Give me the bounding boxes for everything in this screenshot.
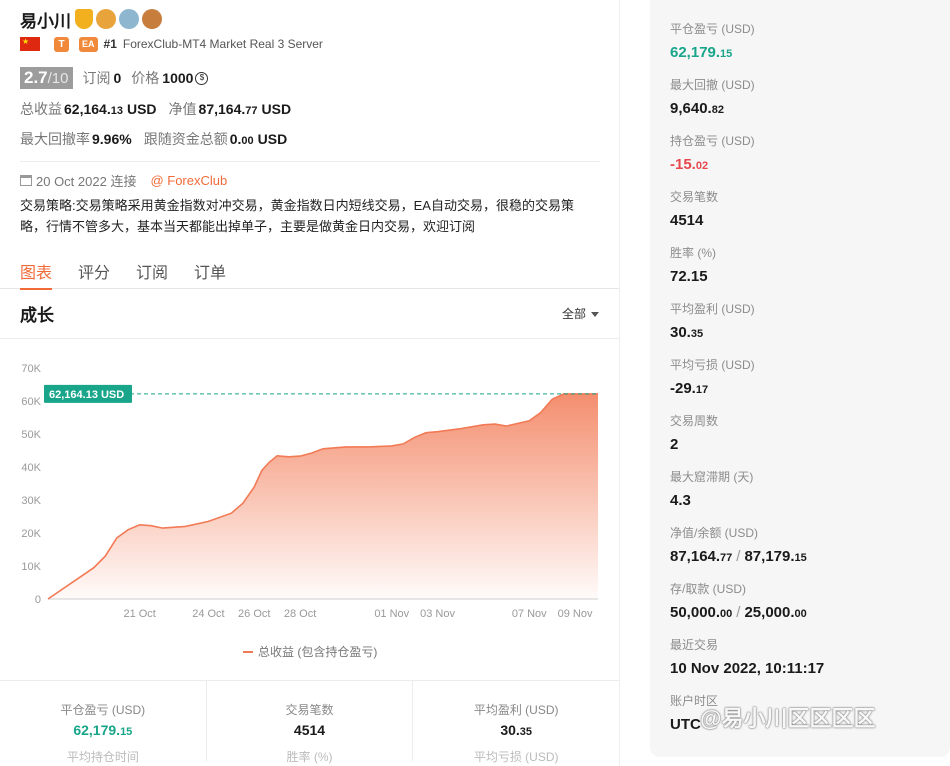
tab-chart[interactable]: 图表 <box>20 259 53 290</box>
follow-funds-label: 跟随资金总额 <box>143 131 228 147</box>
max-drawdown-value: 9.96% <box>92 131 132 147</box>
follow-funds-value: 0.00 <box>229 131 254 147</box>
bottom-stat-trades: 交易笔数 4514 胜率 (%) <box>207 681 414 764</box>
calendar-icon <box>20 174 32 186</box>
gold-medal-icon <box>96 9 116 29</box>
rating-max: /10 <box>47 70 69 87</box>
stat-equity-balance: 净值/余额 (USD) 87,164.77/87,179.15 <box>670 526 807 565</box>
score-row: 2.7/10 订阅 0 价格 1000 $ <box>20 67 599 89</box>
server-name: ForexClub-MT4 Market Real 3 Server <box>122 37 323 51</box>
x-tick-label: 07 Nov <box>512 608 547 620</box>
stat-max-stagnation: 最大窟滞期 (天) 4.3 <box>670 470 754 509</box>
bottom-stat-closed-pnl: 平仓盈亏 (USD) 62,179.15 平均持仓时间 <box>0 681 207 764</box>
total-profit-label: 总收益 <box>20 101 62 117</box>
growth-chart: 0 10K 20K 30K 40K 50K 60K 70K 21 Oct 24 Oct 26 Oc… <box>0 339 620 681</box>
broker-link[interactable]: @ ForexClub <box>150 173 227 188</box>
drawdown-row: 最大回撤率 9.96% 跟随资金总额 0.00 USD <box>20 129 599 149</box>
ea-badge: EA <box>79 36 98 52</box>
current-value-label: 62,164.13 USD <box>49 389 124 401</box>
equity-value: 87,164.77 <box>198 101 258 117</box>
stat-trade-count: 交易笔数 4514 <box>670 190 719 229</box>
stat-open-pnl: 持仓盈亏 (USD) -15.02 <box>670 134 755 173</box>
subs-label: 订阅 <box>82 70 111 86</box>
rating-value: 2.7 <box>24 68 48 87</box>
follow-funds-unit: USD <box>257 131 288 147</box>
stat-last-trade: 最近交易 10 Nov 2022, 10:11:17 <box>670 638 825 677</box>
equity-unit: USD <box>261 101 292 117</box>
legend-label[interactable]: 总收益 (包含持仓盈亏) <box>258 644 377 659</box>
bottom-stats: 平仓盈亏 (USD) 62,179.15 平均持仓时间 交易笔数 4514 胜率… <box>0 681 619 764</box>
china-flag-icon <box>20 37 40 51</box>
stat-win-rate: 胜率 (%) 72.15 <box>670 246 716 285</box>
trophy-icon <box>75 9 93 29</box>
chart-header: 成长 全部 <box>0 289 619 339</box>
price-value: 1000 <box>162 70 194 86</box>
stat-avg-profit: 平均盈利 (USD) 30.35 <box>670 302 755 341</box>
connected-date: 20 Oct 2022 连接 <box>36 173 137 189</box>
trader-name[interactable]: 易小川 <box>20 7 71 32</box>
t-badge: T <box>54 36 69 52</box>
tab-subscribe[interactable]: 订阅 <box>136 259 168 289</box>
tab-rating[interactable]: 评分 <box>78 259 110 289</box>
range-dropdown[interactable]: 全部 <box>562 305 599 322</box>
bronze-medal-icon <box>142 9 162 29</box>
stat-avg-loss: 平均亏损 (USD) -29.17 <box>670 358 755 397</box>
stat-max-drawdown: 最大回撤 (USD) 9,640.82 <box>670 78 755 117</box>
x-tick-label: 01 Nov <box>374 608 409 620</box>
y-tick-label: 50K <box>21 429 41 441</box>
divider <box>20 161 600 162</box>
chart-section-title: 成长 <box>20 306 54 325</box>
tab-orders[interactable]: 订单 <box>194 259 226 289</box>
coin-icon: $ <box>195 71 209 85</box>
y-tick-label: 0 <box>35 594 41 606</box>
x-tick-label: 09 Nov <box>558 608 593 620</box>
y-tick-label: 20K <box>21 528 41 540</box>
y-tick-label: 70K <box>21 363 41 375</box>
tag-row: T EA #1 ForexClub-MT4 Market Real 3 Serv… <box>20 35 599 53</box>
x-tick-label: 21 Oct <box>123 608 155 620</box>
y-tick-label: 10K <box>21 561 41 573</box>
rank-label: #1 <box>103 37 117 51</box>
subs-value: 0 <box>113 70 122 86</box>
y-tick-label: 60K <box>21 396 41 408</box>
x-tick-label: 24 Oct <box>192 608 224 620</box>
watermark: @易小川区区区区 <box>700 706 876 731</box>
x-tick-label: 03 Nov <box>420 608 455 620</box>
stat-closed-pnl: 平仓盈亏 (USD) 62,179.15 <box>670 22 755 61</box>
x-tick-label: 26 Oct <box>238 608 270 620</box>
equity-label: 净值 <box>168 101 197 117</box>
connection-row: 20 Oct 2022 连接 @ ForexClub <box>20 171 599 189</box>
profile-card: 易小川 T EA #1 ForexClub-MT4 Market Real 3 … <box>0 0 619 290</box>
total-profit-unit: USD <box>126 101 157 117</box>
price-label: 价格 <box>131 70 160 86</box>
silver-medal-icon <box>119 9 139 29</box>
stat-trade-weeks: 交易周数 2 <box>670 414 719 453</box>
y-tick-label: 30K <box>21 495 41 507</box>
bottom-stat-avg-profit: 平均盈利 (USD) 30.35 平均亏损 (USD) <box>473 703 559 764</box>
profit-row: 总收益 62,164.13 USD 净值 87,164.77 USD <box>20 99 599 119</box>
strategy-text: 交易策略:交易策略采用黄金指数对冲交易，黄金指数日内短线交易，EA自动交易，很稳… <box>20 198 574 234</box>
tab-bar: 图表 评分 订阅 订单 <box>0 259 619 290</box>
total-profit-value: 62,164.13 <box>64 101 123 117</box>
stat-deposit-withdraw: 存/取款 (USD) 50,000.00/25,000.00 <box>670 582 807 621</box>
growth-chart-svg: 0 10K 20K 30K 40K 50K 60K 70K 21 Oct 24 Oct 26 Oc… <box>21 363 598 659</box>
max-drawdown-label: 最大回撤率 <box>20 131 90 147</box>
x-tick-label: 28 Oct <box>284 608 316 620</box>
name-row: 易小川 <box>20 6 599 32</box>
stats-panel: 平仓盈亏 (USD) 62,179.15 最大回撤 (USD) 9,640.82… <box>650 0 950 757</box>
y-tick-label: 40K <box>21 462 41 474</box>
left-column: 易小川 T EA #1 ForexClub-MT4 Market Real 3 … <box>0 0 620 766</box>
rating-badge: 2.7/10 <box>20 67 73 89</box>
